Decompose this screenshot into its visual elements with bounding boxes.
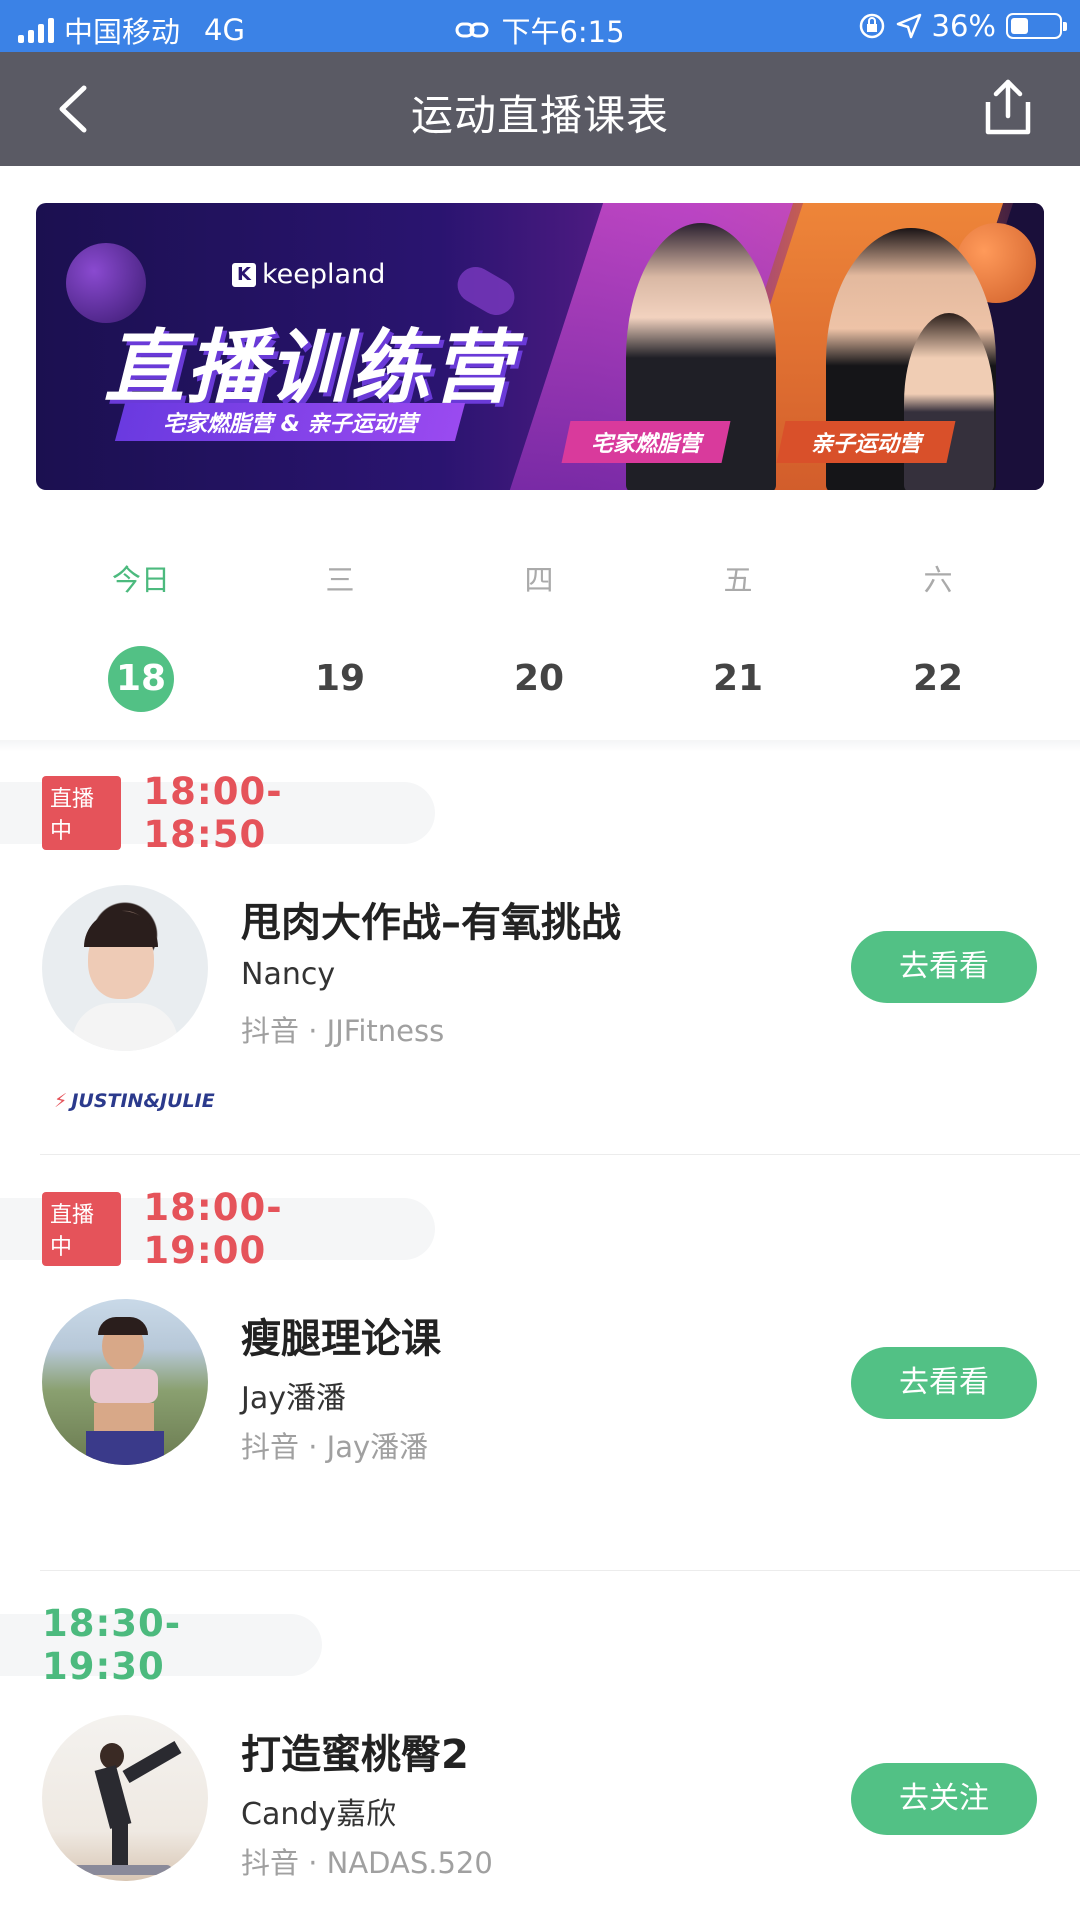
day-number: 20 (513, 658, 565, 699)
banner-tag: 亲子运动营 (776, 421, 956, 463)
nav-bar: 运动直播课表 (0, 52, 1080, 166)
status-bar: 中国移动 4G 下午6:15 36% (0, 0, 1080, 52)
link-icon (455, 22, 489, 38)
session-coach: Jay潘潘 (241, 1381, 346, 1416)
follow-button[interactable]: 去关注 (851, 1763, 1037, 1835)
watch-button[interactable]: 去看看 (851, 1347, 1037, 1419)
day-tab[interactable]: 六 22 (878, 560, 998, 712)
section-divider (0, 740, 1080, 752)
coach-avatar[interactable] (42, 1299, 208, 1465)
battery-icon (1006, 13, 1067, 39)
divider (40, 1570, 1080, 1571)
day-name: 今日 (111, 563, 170, 597)
watch-button[interactable]: 去看看 (851, 931, 1037, 1003)
session-platform: 抖音 · JJFitness (241, 1014, 445, 1048)
session-coach: Nancy (241, 957, 336, 992)
session-time: 18:30-19:30 (42, 1602, 182, 1688)
day-number: 22 (912, 658, 964, 699)
promo-banner[interactable]: Kkeepland 直播训练营 宅家燃脂营 & 亲子运动营 宅家燃脂营 亲子运动… (36, 203, 1044, 490)
session-time-pill: 直播中 18:00-18:50 (0, 770, 435, 856)
rotation-lock-icon (859, 13, 884, 39)
coach-avatar[interactable] (42, 1715, 208, 1881)
session-coach: Candy嘉欣 (241, 1797, 397, 1832)
session-platform: 抖音 · NADAS.520 (241, 1846, 493, 1880)
day-name: 六 (923, 563, 953, 597)
session-time-pill: 直播中 18:00-19:00 (0, 1186, 435, 1272)
session-title[interactable]: 瘦腿理论课 (241, 1306, 441, 1364)
live-badge: 直播中 (42, 776, 122, 850)
day-name: 五 (723, 563, 753, 597)
day-tab[interactable]: 三 19 (280, 560, 400, 712)
keepland-logo: Kkeepland (232, 259, 385, 290)
location-arrow-icon (896, 13, 921, 39)
child-photo (904, 313, 994, 490)
page-title: 运动直播课表 (410, 91, 669, 140)
session-time: 18:00-18:50 (143, 770, 283, 856)
banner-subtitle: 宅家燃脂营 & 亲子运动营 (114, 403, 466, 441)
session-time-pill: 18:30-19:30 (0, 1602, 322, 1688)
day-tab[interactable]: 四 20 (479, 560, 599, 712)
day-name: 四 (524, 563, 554, 597)
status-time: 下午6:15 (501, 15, 625, 49)
day-number: 19 (314, 658, 366, 699)
live-badge: 直播中 (42, 1192, 122, 1266)
brand-logo: ⚡ JUSTIN&JULIE (54, 1090, 215, 1112)
brand-mark-icon: ⚡ (54, 1090, 68, 1112)
day-tab-today[interactable]: 今日 18 (81, 560, 201, 712)
date-selector: 今日 18 三 19 四 20 五 21 六 22 (0, 560, 1080, 740)
battery-percent: 36% (931, 9, 996, 43)
banner-tag: 宅家燃脂营 (561, 421, 731, 463)
day-name: 三 (325, 563, 355, 597)
session-platform: 抖音 · Jay潘潘 (241, 1430, 429, 1464)
coach-avatar[interactable] (42, 885, 208, 1051)
session-title[interactable]: 打造蜜桃臀2 (241, 1722, 469, 1780)
session-title[interactable]: 甩肉大作战–有氧挑战 (241, 890, 621, 948)
day-number: 21 (712, 658, 764, 699)
session-time: 18:00-19:00 (143, 1186, 283, 1272)
divider (40, 1154, 1080, 1155)
day-number: 18 (108, 646, 174, 712)
banner-title: 直播训练营 (104, 321, 514, 414)
day-tab[interactable]: 五 21 (678, 560, 798, 712)
share-icon[interactable] (980, 78, 1036, 138)
